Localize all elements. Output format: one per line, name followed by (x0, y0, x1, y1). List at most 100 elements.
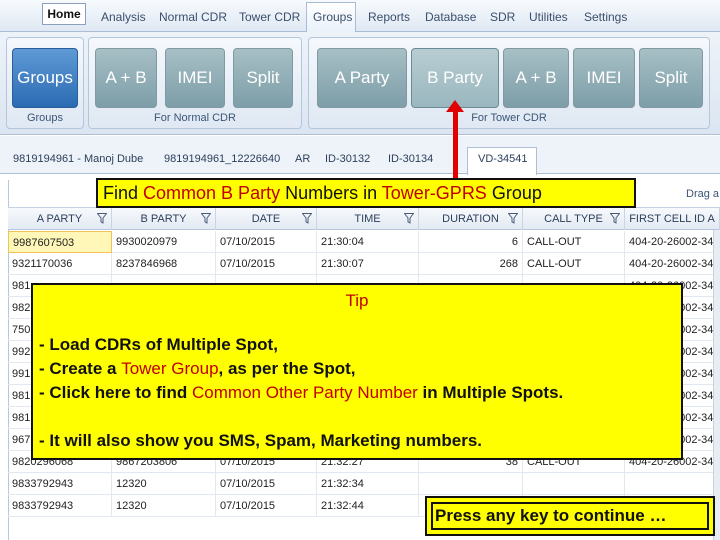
tip-line-3: - Click here to find Common Other Party … (39, 383, 563, 403)
table-cell-a-party: 9833792943 (8, 473, 112, 495)
table-cell-b-party: 12320 (112, 473, 216, 495)
tower-a-party-button[interactable]: A Party (317, 48, 407, 108)
column-header-label: FIRST CELL ID A (629, 213, 715, 225)
table-row[interactable]: 9833792943 12320 07/10/2015 21:32:34 (8, 473, 720, 495)
filter-icon[interactable] (610, 213, 620, 224)
tip-text: - Create a (39, 359, 122, 378)
column-header-time[interactable]: TIME (317, 208, 419, 230)
table-cell-call-type: CALL-OUT (523, 253, 625, 275)
tip-line-1: - Load CDRs of Multiple Spot, (39, 335, 278, 354)
table-cell-date: 07/10/2015 (216, 253, 317, 275)
annotation-title: Find Common B Party Numbers in Tower-GPR… (96, 178, 636, 208)
table-cell-b-party: 8237846968 (112, 253, 216, 275)
normal-split-button[interactable]: Split (233, 48, 293, 108)
menu-normal-cdr[interactable]: Normal CDR (159, 10, 227, 24)
group-drag-hint: Drag a (686, 188, 720, 200)
table-cell-duration: 268 (419, 253, 523, 275)
tower-imei-button[interactable]: IMEI (573, 48, 635, 108)
normal-imei-button[interactable]: IMEI (165, 48, 225, 108)
table-cell-call-type (523, 473, 625, 495)
filter-icon[interactable] (302, 213, 312, 224)
press-key-prompt[interactable]: Press any key to continue … (431, 502, 709, 530)
press-key-box: Press any key to continue … (425, 496, 715, 536)
grid-header: A PARTY B PARTY DATE TIME DURATION CALL TYPE F… (8, 207, 720, 230)
column-header-label: TIME (354, 213, 381, 225)
table-cell-date: 07/10/2015 (216, 473, 317, 495)
arrow-up-icon (446, 100, 464, 112)
ribbon: Groups Groups A + B IMEI Split For Norma… (0, 32, 720, 135)
tab-ar[interactable]: AR (295, 153, 310, 165)
normal-a-plus-b-button[interactable]: A + B (95, 48, 157, 108)
filter-icon[interactable] (508, 213, 518, 224)
table-cell-a-party: 9321170036 (8, 253, 112, 275)
vertical-scrollbar[interactable] (713, 230, 720, 540)
table-cell-time: 21:32:34 (317, 473, 419, 495)
menu-groups[interactable]: Groups (313, 10, 352, 24)
tab-12226640[interactable]: 9819194961_12226640 (164, 153, 280, 165)
filter-icon[interactable] (97, 213, 107, 224)
ribbon-group-label: For Normal CDR (154, 112, 236, 124)
menu-analysis[interactable]: Analysis (101, 10, 146, 24)
table-cell-first-cell-id: 404-20-26002-34... (625, 231, 720, 253)
menu-bar: Home Analysis Normal CDR Tower CDR Group… (0, 0, 720, 32)
tip-line-4: - It will also show you SMS, Spam, Marke… (39, 431, 483, 450)
table-cell-a-party: 9987607503 (8, 231, 112, 253)
filter-icon[interactable] (201, 213, 211, 224)
tab-id-30132[interactable]: ID-30132 (325, 153, 370, 165)
table-cell-date: 07/10/2015 (216, 231, 317, 253)
table-cell-time: 21:32:44 (317, 495, 419, 517)
groups-button[interactable]: Groups (12, 48, 78, 108)
column-header-a-party[interactable]: A PARTY (8, 208, 112, 230)
tower-a-plus-b-button[interactable]: A + B (503, 48, 569, 108)
tip-box: Tip - Load CDRs of Multiple Spot, - Crea… (31, 283, 683, 460)
arrow-shaft (453, 110, 458, 182)
column-header-label: DATE (251, 213, 281, 225)
table-row[interactable]: 9987607503 9930020979 07/10/2015 21:30:04 6 C… (8, 231, 720, 253)
menu-utilities[interactable]: Utilities (529, 10, 568, 24)
tip-text: , as per the Spot, (218, 359, 356, 378)
column-header-label: CALL TYPE (544, 213, 603, 225)
tip-highlight: Common Other Party Number (192, 383, 418, 402)
menu-home-button[interactable]: Home (42, 3, 86, 25)
column-header-b-party[interactable]: B PARTY (112, 208, 216, 230)
tip-text: in Multiple Spots. (417, 383, 564, 402)
ribbon-group-tower-cdr: A Party B Party A + B IMEI Split For Tow… (308, 37, 710, 129)
table-cell-duration (419, 473, 523, 495)
column-header-label: DURATION (442, 213, 499, 225)
table-cell-first-cell-id: 404-20-26002-34... (625, 253, 720, 275)
ribbon-group-label: For Tower CDR (471, 112, 547, 124)
table-cell-first-cell-id (625, 473, 720, 495)
ribbon-group-normal-cdr: A + B IMEI Split For Normal CDR (88, 37, 302, 129)
title-highlight: Common B Party (143, 183, 281, 203)
filter-icon[interactable] (404, 213, 414, 224)
title-part: Numbers in (280, 183, 382, 203)
menu-reports[interactable]: Reports (368, 10, 410, 24)
column-header-first-cell-id[interactable]: FIRST CELL ID A (625, 208, 720, 230)
column-header-call-type[interactable]: CALL TYPE (523, 208, 625, 230)
table-cell-b-party: 9930020979 (112, 231, 216, 253)
tower-split-button[interactable]: Split (639, 48, 703, 108)
table-cell-call-type: CALL-OUT (523, 231, 625, 253)
tab-id-30134[interactable]: ID-30134 (388, 153, 433, 165)
tab-vd-34541[interactable]: VD-34541 (478, 153, 528, 165)
table-row[interactable]: 9321170036 8237846968 07/10/2015 21:30:07 26… (8, 253, 720, 275)
menu-database[interactable]: Database (425, 10, 476, 24)
column-header-duration[interactable]: DURATION (419, 208, 523, 230)
menu-tower-cdr[interactable]: Tower CDR (239, 10, 300, 24)
tip-title: Tip (345, 291, 369, 310)
tower-b-party-button[interactable]: B Party (411, 48, 499, 108)
party-tab-strip: 9819194961 - Manoj Dube 9819194961_12226… (0, 136, 720, 175)
column-header-label: B PARTY (140, 213, 187, 225)
title-part: Group (486, 183, 542, 203)
tip-text: - Click here to find (39, 383, 193, 402)
ribbon-group-label: Groups (26, 112, 64, 124)
tab-manoj-dube[interactable]: 9819194961 - Manoj Dube (13, 153, 143, 165)
table-cell-b-party: 12320 (112, 495, 216, 517)
menu-sdr[interactable]: SDR (490, 10, 515, 24)
column-header-date[interactable]: DATE (216, 208, 317, 230)
ribbon-group-groups: Groups Groups (6, 37, 84, 129)
menu-settings[interactable]: Settings (584, 10, 627, 24)
table-cell-time: 21:30:07 (317, 253, 419, 275)
column-header-label: A PARTY (36, 213, 83, 225)
title-highlight: Tower-GPRS (381, 183, 487, 203)
